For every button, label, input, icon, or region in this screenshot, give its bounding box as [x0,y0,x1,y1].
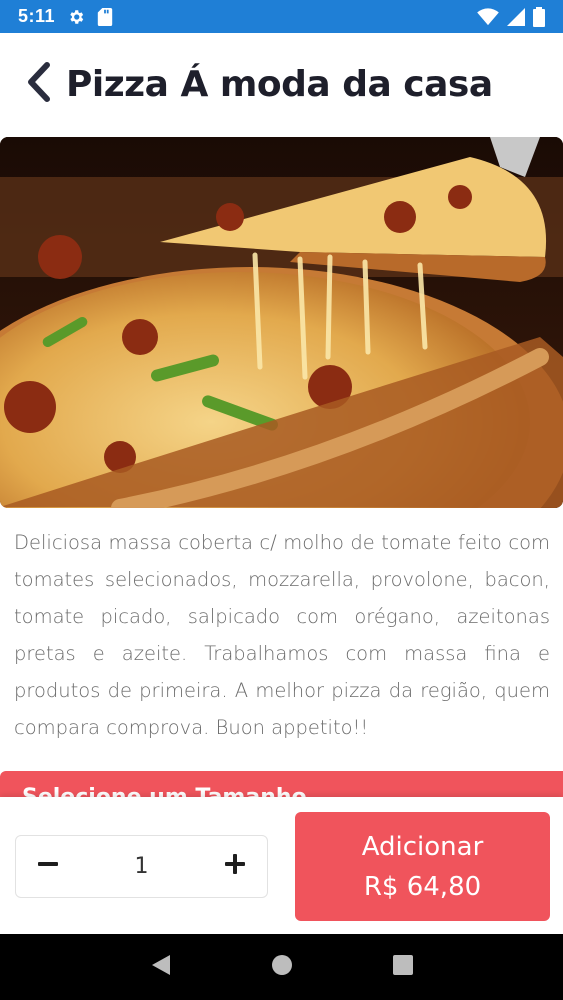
add-button-price: R$ 64,80 [363,871,482,902]
signal-icon [507,7,525,26]
nav-recents-button[interactable] [383,947,423,987]
plus-icon [224,853,246,880]
quantity-value: 1 [134,854,149,879]
add-to-cart-button[interactable]: Adicionar R$ 64,80 [295,812,550,921]
product-description: Deliciosa massa coberta c/ molho de toma… [14,531,550,739]
sd-card-icon [97,7,113,26]
add-button-label: Adicionar [361,831,484,862]
recents-square-icon [392,954,414,981]
add-to-cart-bar: 1 Adicionar R$ 64,80 [0,797,563,934]
page-title: Pizza Á moda da casa [66,63,493,105]
chevron-left-icon [25,61,51,107]
nav-back-button[interactable] [141,947,181,987]
back-triangle-icon [150,953,172,982]
pizza-photo [0,137,563,508]
home-circle-icon [271,954,293,981]
status-time: 5:11 [18,6,56,26]
back-button[interactable] [20,59,56,109]
wifi-icon [477,7,499,26]
nav-home-button[interactable] [262,947,302,987]
status-bar: 5:11 [0,0,563,33]
increase-quantity-button[interactable] [221,853,249,881]
battery-icon [533,6,545,27]
minus-icon [37,853,59,880]
app-header: Pizza Á moda da casa [0,33,563,135]
system-nav-bar [0,934,563,1000]
quantity-stepper: 1 [15,835,268,898]
decrease-quantity-button[interactable] [34,853,62,881]
gear-icon [67,8,85,26]
